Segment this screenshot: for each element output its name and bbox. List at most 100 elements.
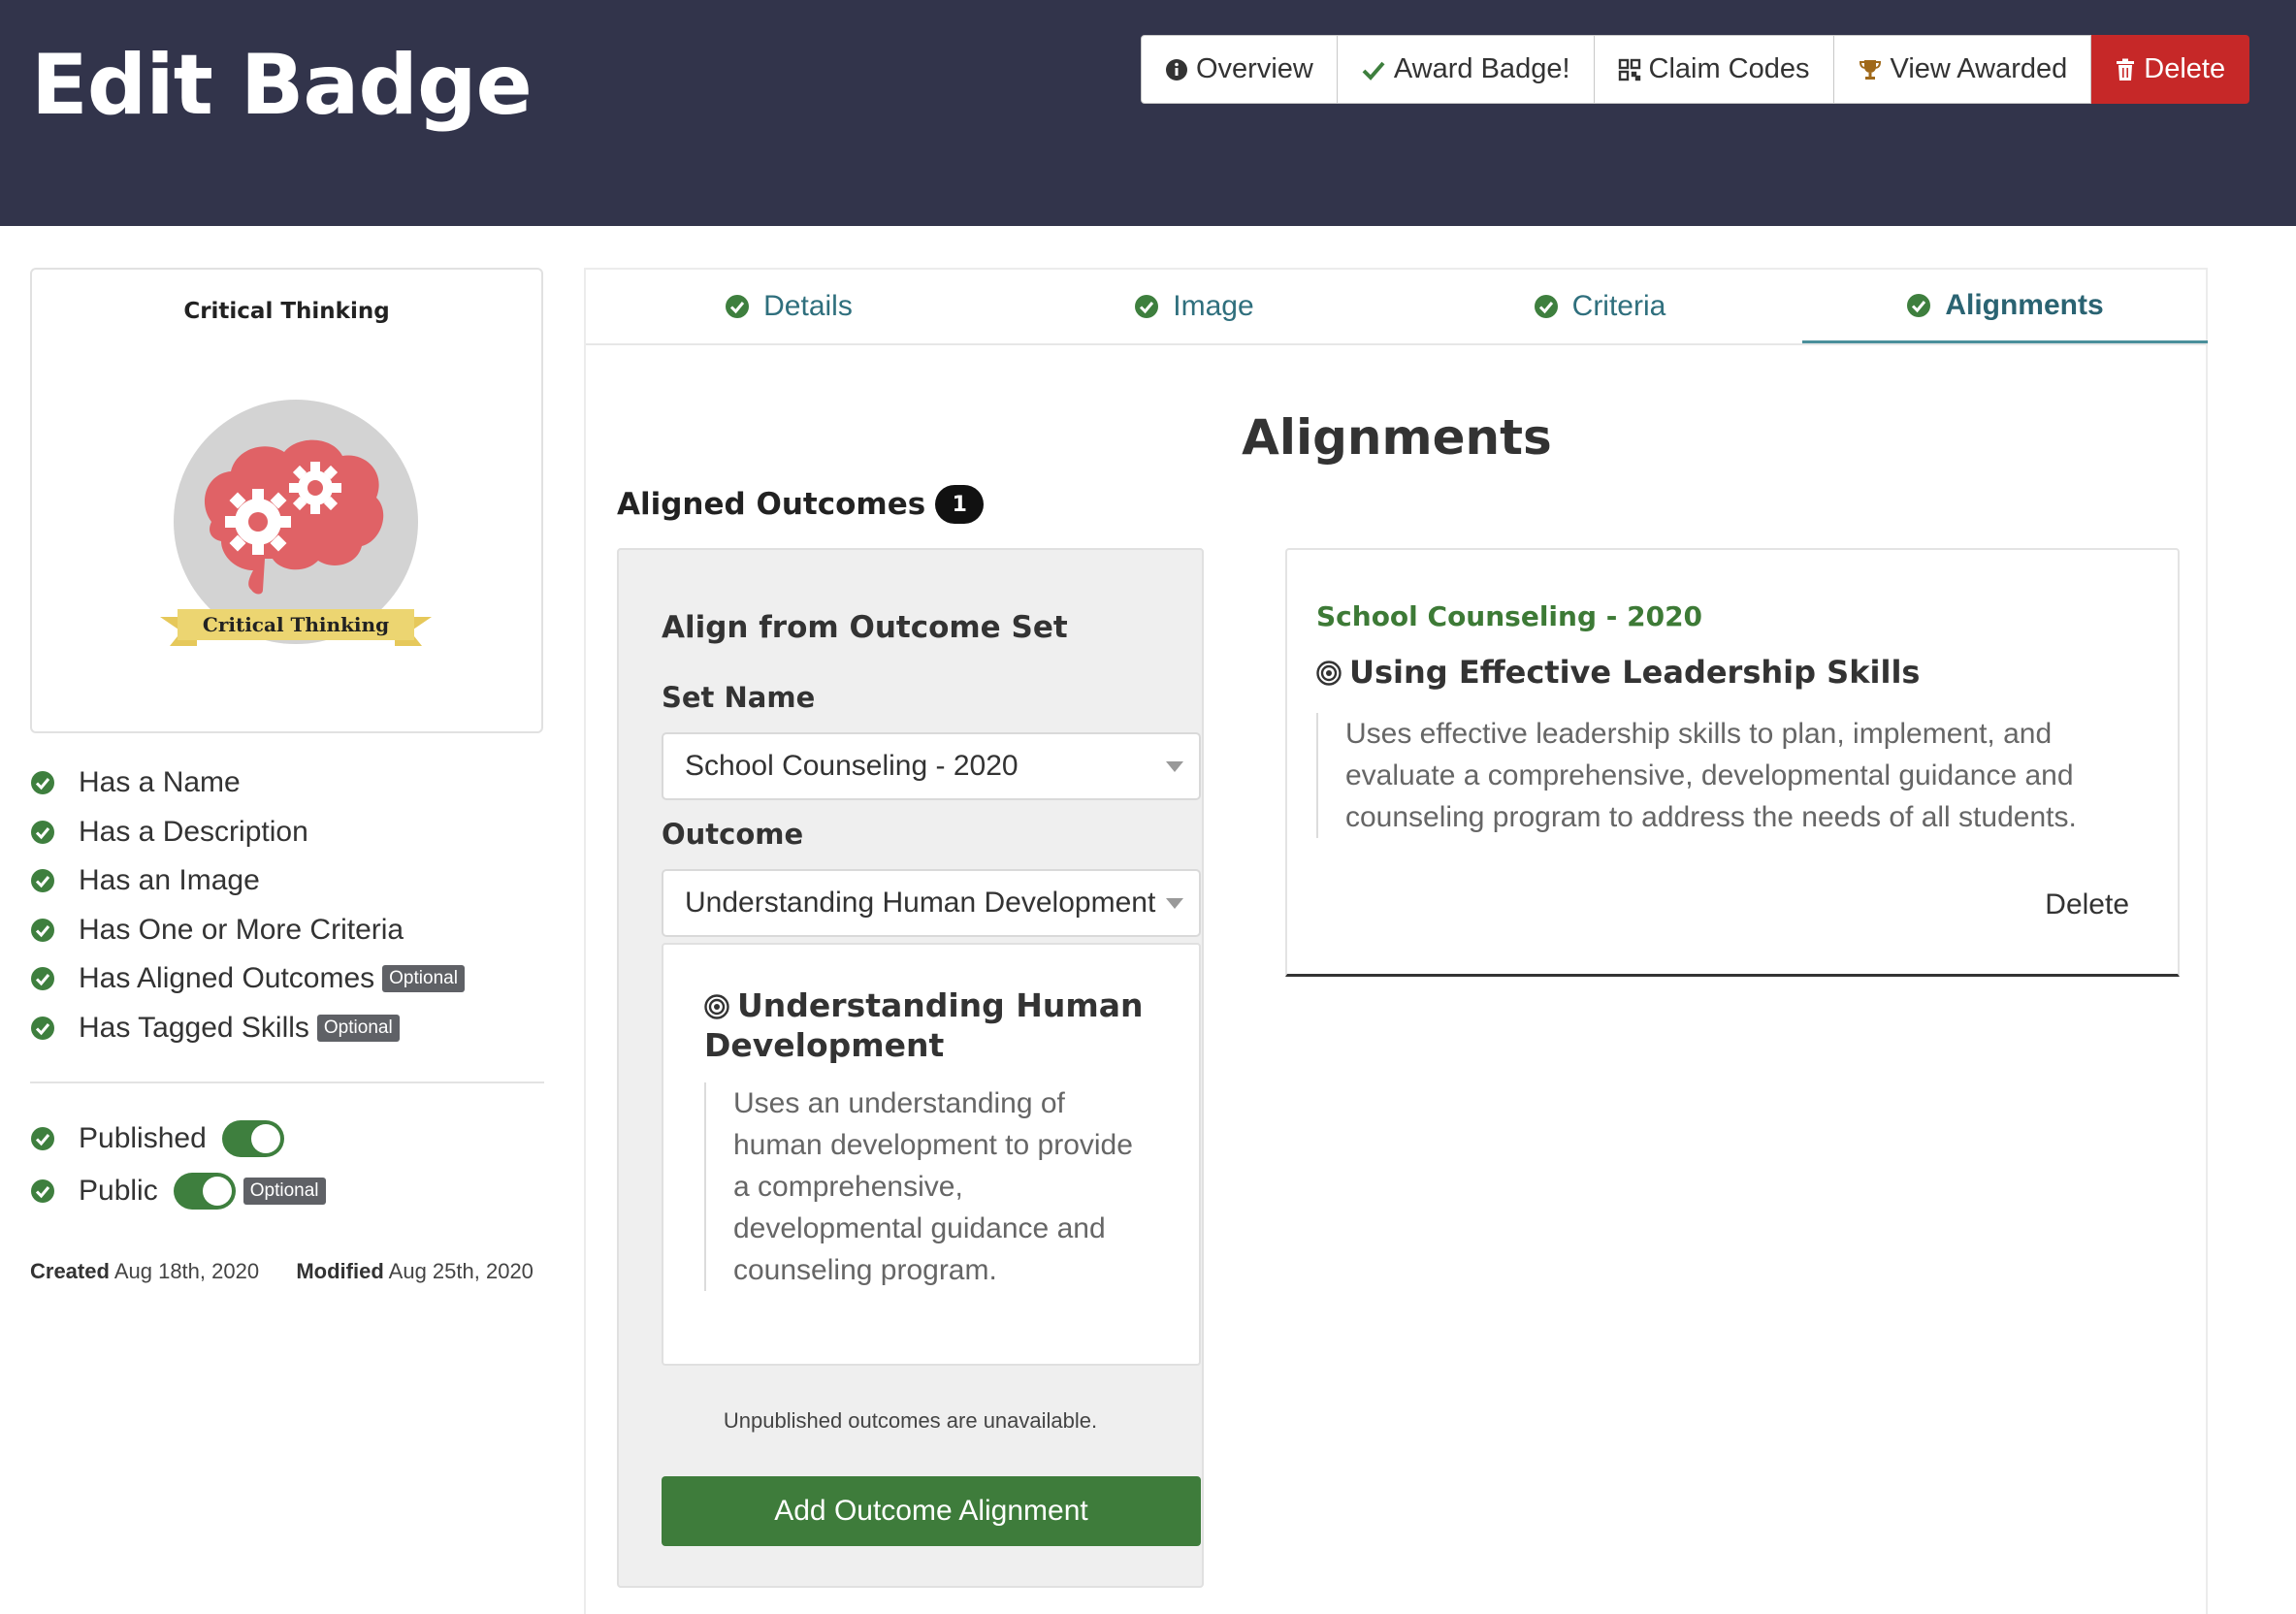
- tab-image[interactable]: Image: [991, 270, 1397, 343]
- badge-image: Critical Thinking: [160, 400, 432, 646]
- info-icon: [1165, 58, 1188, 81]
- checklist-label: Has an Image: [79, 864, 260, 897]
- checkmark-icon: [1361, 58, 1386, 81]
- ribbon-text: Critical Thinking: [203, 613, 389, 636]
- check-circle-icon: [1135, 295, 1159, 318]
- preview-title-text: Understanding Human Development: [704, 986, 1144, 1064]
- created-date: Aug 18th, 2020: [113, 1259, 260, 1283]
- target-icon: [704, 994, 729, 1019]
- align-form-title: Align from Outcome Set: [662, 610, 1068, 645]
- align-outcome-form: Align from Outcome Set Set Name School C…: [617, 548, 1204, 1588]
- edit-tabs: Details Image Criteria Alignments: [586, 270, 2208, 345]
- view-awarded-button[interactable]: View Awarded: [1833, 35, 2092, 104]
- page-title: Edit Badge: [31, 37, 533, 134]
- outcome-set-name: School Counseling - 2020: [1316, 600, 1703, 632]
- tab-alignments[interactable]: Alignments: [1802, 270, 2208, 343]
- published-label: Published: [79, 1122, 207, 1154]
- toggle-knob: [202, 1177, 232, 1206]
- outcome-description: Uses effective leadership skills to plan…: [1316, 713, 2131, 838]
- overview-button[interactable]: Overview: [1141, 35, 1338, 104]
- check-circle-icon: [31, 1127, 54, 1150]
- set-name-select[interactable]: School Counseling - 2020: [662, 732, 1201, 800]
- tab-details[interactable]: Details: [586, 270, 991, 343]
- set-name-value: School Counseling - 2020: [685, 750, 1019, 782]
- checklist-item: Has a Name: [30, 759, 544, 808]
- tab-label: Image: [1173, 290, 1254, 322]
- unpublished-note: Unpublished outcomes are unavailable.: [723, 1408, 1098, 1433]
- add-outcome-alignment-button[interactable]: Add Outcome Alignment: [662, 1476, 1201, 1546]
- checklist-item: Has an Image: [30, 856, 544, 906]
- public-toggle[interactable]: [173, 1173, 236, 1210]
- modified-date: Aug 25th, 2020: [388, 1259, 534, 1283]
- target-icon: [1316, 661, 1342, 686]
- check-circle-icon: [726, 295, 750, 318]
- sidebar-divider: [30, 1081, 544, 1083]
- outcome-select[interactable]: Understanding Human Development: [662, 869, 1201, 937]
- checklist-item: Has Tagged Skills Optional: [30, 1004, 544, 1053]
- public-row: Public Optional: [30, 1173, 326, 1210]
- checklist-label: Has One or More Criteria: [79, 913, 404, 946]
- published-toggle[interactable]: [221, 1120, 284, 1157]
- tab-label: Criteria: [1571, 290, 1666, 322]
- tab-label: Alignments: [1945, 288, 2104, 321]
- badge-dates: Created Aug 18th, 2020 Modified Aug 25th…: [30, 1259, 534, 1284]
- header-button-group: Overview Award Badge! Claim Codes View A…: [1141, 35, 2250, 104]
- view-awarded-label: View Awarded: [1890, 53, 2068, 84]
- aligned-count-badge: 1: [935, 485, 985, 524]
- check-circle-icon: [31, 869, 54, 893]
- aligned-outcomes-label: Aligned Outcomes: [617, 487, 926, 522]
- main-panel: Details Image Criteria Alignments Alignm…: [584, 268, 2208, 1614]
- page-header: Edit Badge Overview Award Badge! Claim C…: [0, 0, 2296, 226]
- optional-badge: Optional: [316, 1014, 400, 1042]
- check-circle-icon: [31, 1179, 54, 1203]
- modified-label: Modified: [296, 1259, 384, 1283]
- check-circle-icon: [31, 1016, 54, 1040]
- optional-badge: Optional: [243, 1178, 326, 1205]
- created-label: Created: [30, 1259, 110, 1283]
- delete-badge-label: Delete: [2144, 53, 2226, 84]
- check-circle-icon: [31, 967, 54, 991]
- optional-badge: Optional: [382, 965, 465, 993]
- checklist-item: Has Aligned Outcomes Optional: [30, 954, 544, 1004]
- chevron-down-icon: [1166, 898, 1183, 909]
- chevron-down-icon: [1166, 761, 1183, 772]
- badge-checklist: Has a Name Has a Description Has an Imag…: [30, 759, 544, 1052]
- checklist-label: Has Tagged Skills: [79, 1011, 309, 1044]
- outcome-name-text: Using Effective Leadership Skills: [1349, 654, 1921, 691]
- check-circle-icon: [31, 918, 54, 942]
- aligned-outcomes-heading: Aligned Outcomes 1: [617, 485, 985, 524]
- checklist-item: Has a Description: [30, 808, 544, 857]
- claim-codes-label: Claim Codes: [1648, 53, 1810, 84]
- award-badge-button[interactable]: Award Badge!: [1337, 35, 1595, 104]
- set-name-label: Set Name: [662, 681, 816, 714]
- trophy-icon: [1858, 57, 1883, 82]
- public-label: Public: [79, 1175, 158, 1207]
- badge-name: Critical Thinking: [183, 299, 390, 324]
- award-badge-label: Award Badge!: [1393, 53, 1570, 84]
- claim-codes-button[interactable]: Claim Codes: [1594, 35, 1834, 104]
- outcome-preview-card: Understanding Human Development Uses an …: [662, 943, 1201, 1366]
- checklist-item: Has One or More Criteria: [30, 906, 544, 955]
- checklist-label: Has Aligned Outcomes: [79, 962, 375, 995]
- alignments-heading: Alignments: [1242, 409, 1552, 466]
- delete-alignment-link[interactable]: Delete: [2045, 888, 2129, 921]
- outcome-preview-title: Understanding Human Development: [704, 985, 1160, 1065]
- check-circle-icon: [31, 771, 54, 795]
- checklist-label: Has a Description: [79, 815, 308, 848]
- outcome-name: Using Effective Leadership Skills: [1316, 654, 1920, 691]
- delete-badge-button[interactable]: Delete: [2091, 35, 2250, 104]
- trash-icon: [2115, 58, 2136, 81]
- qr-code-icon: [1618, 58, 1641, 81]
- tab-criteria[interactable]: Criteria: [1397, 270, 1802, 343]
- outcome-label: Outcome: [662, 818, 804, 851]
- toggle-knob: [250, 1124, 280, 1153]
- check-circle-icon: [31, 820, 54, 844]
- published-row: Published: [30, 1120, 284, 1157]
- check-circle-icon: [1907, 293, 1931, 317]
- tab-label: Details: [763, 290, 853, 322]
- aligned-outcome-card: School Counseling - 2020 Using Effective…: [1285, 548, 2180, 977]
- checklist-label: Has a Name: [79, 766, 241, 799]
- outcome-preview-description: Uses an understanding of human developme…: [704, 1082, 1150, 1291]
- outcome-value: Understanding Human Development: [685, 887, 1156, 919]
- check-circle-icon: [1534, 295, 1558, 318]
